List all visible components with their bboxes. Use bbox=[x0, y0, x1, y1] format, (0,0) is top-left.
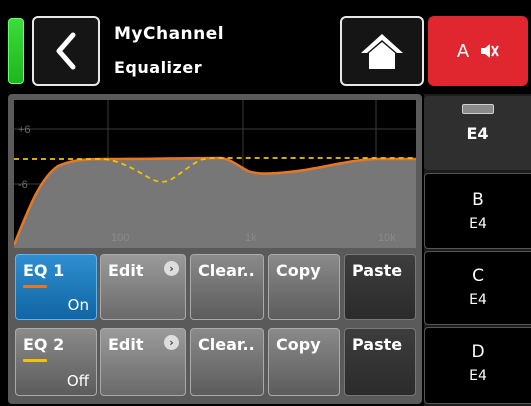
chevron-right-icon: › bbox=[164, 335, 179, 350]
eq-graph: +6 -6 100 1k 10k bbox=[14, 100, 416, 248]
mute-button[interactable]: A bbox=[428, 16, 528, 86]
eq1-state: On bbox=[67, 296, 89, 314]
eq2-edit-button[interactable]: Edit › bbox=[100, 328, 186, 396]
eq2-edit-label: Edit bbox=[108, 335, 144, 354]
channel-tab-c-name: C bbox=[472, 266, 484, 286]
x-label-1k: 1k bbox=[245, 232, 257, 244]
back-button[interactable] bbox=[32, 16, 100, 86]
channel-tab-selected-label: E4 bbox=[466, 124, 489, 143]
channel-tab-d-sub: E4 bbox=[469, 368, 487, 384]
home-button[interactable] bbox=[340, 16, 424, 86]
eq-graph-canvas: +6 -6 100 1k 10k bbox=[14, 100, 416, 248]
channel-tab-d[interactable]: D E4 bbox=[424, 327, 531, 404]
eq1-copy-button[interactable]: Copy bbox=[268, 254, 340, 320]
channel-tab-selected[interactable]: E4 bbox=[424, 96, 531, 170]
mute-channel-label: A bbox=[456, 40, 470, 62]
page-title: Equalizer bbox=[114, 58, 203, 77]
eq1-color-swatch bbox=[23, 285, 47, 288]
eq1-edit-button[interactable]: Edit › bbox=[100, 254, 186, 320]
home-icon bbox=[361, 34, 403, 69]
eq1-clear-label: Clear.. bbox=[198, 261, 255, 280]
chevron-left-icon bbox=[56, 32, 76, 70]
eq1-toggle-button[interactable]: EQ 1 On bbox=[15, 254, 97, 320]
eq2-paste-label: Paste bbox=[352, 335, 403, 354]
channel-tab-d-name: D bbox=[471, 342, 485, 362]
eq1-paste-button[interactable]: Paste bbox=[344, 254, 416, 320]
channel-tab-b-sub: E4 bbox=[469, 216, 487, 232]
eq2-state: Off bbox=[66, 372, 89, 390]
eq1-paste-label: Paste bbox=[352, 261, 403, 280]
eq2-clear-button[interactable]: Clear.. bbox=[190, 328, 264, 396]
level-meter bbox=[8, 18, 24, 84]
eq1-label: EQ 1 bbox=[23, 261, 65, 280]
eq2-paste-button[interactable]: Paste bbox=[344, 328, 416, 396]
y-label-plus6: +6 bbox=[18, 124, 31, 136]
channel-tab-c-sub: E4 bbox=[469, 292, 487, 308]
x-label-10k: 10k bbox=[378, 232, 396, 244]
chevron-right-icon: › bbox=[164, 261, 179, 276]
eq2-color-swatch bbox=[23, 359, 47, 362]
eq1-clear-button[interactable]: Clear.. bbox=[190, 254, 264, 320]
channel-tab-c[interactable]: C E4 bbox=[424, 251, 531, 325]
eq2-toggle-button[interactable]: EQ 2 Off bbox=[15, 328, 97, 396]
y-label-minus6: -6 bbox=[18, 179, 28, 191]
channel-tab-b[interactable]: B E4 bbox=[424, 173, 531, 249]
x-label-100: 100 bbox=[111, 232, 129, 244]
eq2-copy-label: Copy bbox=[276, 335, 321, 354]
channel-title: MyChannel bbox=[114, 24, 225, 44]
channel-tab-b-name: B bbox=[472, 190, 484, 210]
eq1-edit-label: Edit bbox=[108, 261, 144, 280]
level-indicator-icon bbox=[461, 104, 494, 114]
eq1-copy-label: Copy bbox=[276, 261, 321, 280]
speaker-muted-icon bbox=[481, 44, 500, 58]
eq2-copy-button[interactable]: Copy bbox=[268, 328, 340, 396]
eq2-clear-label: Clear.. bbox=[198, 335, 255, 354]
eq2-label: EQ 2 bbox=[23, 335, 65, 354]
